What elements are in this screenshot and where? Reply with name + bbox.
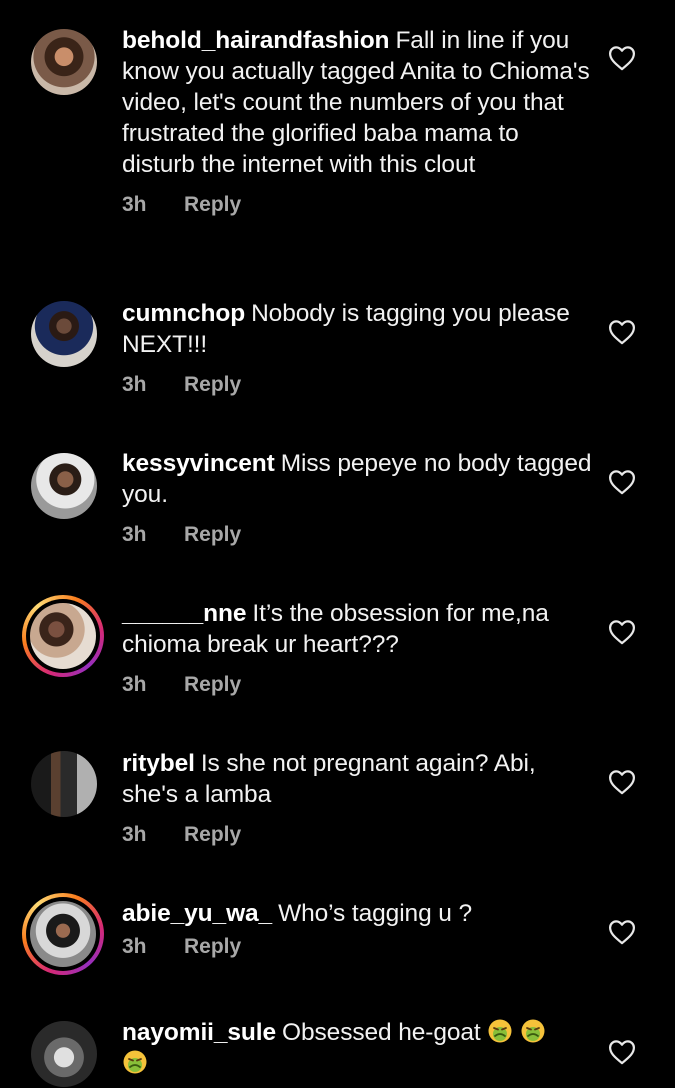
comment-username[interactable]: cumnchop [122, 300, 245, 327]
comment-username[interactable]: abie_yu_wa_ [122, 900, 272, 927]
avatar[interactable] [30, 300, 98, 368]
heart-outline-icon[interactable] [608, 45, 636, 71]
avatar[interactable] [30, 750, 98, 818]
comment-username[interactable]: ritybel [122, 750, 195, 777]
nauseated-face-emoji-icon [487, 1019, 520, 1046]
heart-outline-icon[interactable] [608, 1039, 636, 1065]
comment-timestamp: 3h [122, 935, 147, 958]
nauseated-face-emoji-icon [520, 1019, 546, 1046]
avatar [30, 901, 96, 967]
comment-username[interactable]: nayomii_sule [122, 1019, 276, 1046]
comment-username[interactable]: ______nne [122, 600, 247, 627]
reply-button[interactable]: Reply [184, 373, 241, 397]
avatar[interactable] [30, 1020, 98, 1088]
comment-timestamp: 3h [122, 823, 147, 846]
reply-button[interactable]: Reply [184, 935, 241, 959]
comment-timestamp: 3h [122, 673, 147, 696]
comment-username[interactable]: behold_hairandfashion [122, 27, 390, 54]
avatar [30, 603, 96, 669]
heart-outline-icon[interactable] [608, 769, 636, 795]
avatar-story-ring[interactable] [22, 595, 104, 677]
comment-username[interactable]: kessyvincent [122, 450, 275, 477]
reply-button[interactable]: Reply [184, 673, 241, 697]
heart-outline-icon[interactable] [608, 319, 636, 345]
comment-text: Obsessed he-goat [282, 1019, 481, 1046]
comment-timestamp: 3h [122, 373, 147, 396]
avatar[interactable] [30, 452, 98, 520]
comment-timestamp: 3h [122, 193, 147, 216]
heart-outline-icon[interactable] [608, 919, 636, 945]
reply-button[interactable]: Reply [184, 193, 241, 217]
reply-button[interactable]: Reply [184, 823, 241, 847]
avatar-story-ring[interactable] [22, 893, 104, 975]
heart-outline-icon[interactable] [608, 469, 636, 495]
reply-button[interactable]: Reply [184, 523, 241, 547]
comment-text: Who’s tagging u ? [278, 900, 473, 927]
heart-outline-icon[interactable] [608, 619, 636, 645]
comment-timestamp: 3h [122, 523, 147, 546]
avatar[interactable] [30, 28, 98, 96]
